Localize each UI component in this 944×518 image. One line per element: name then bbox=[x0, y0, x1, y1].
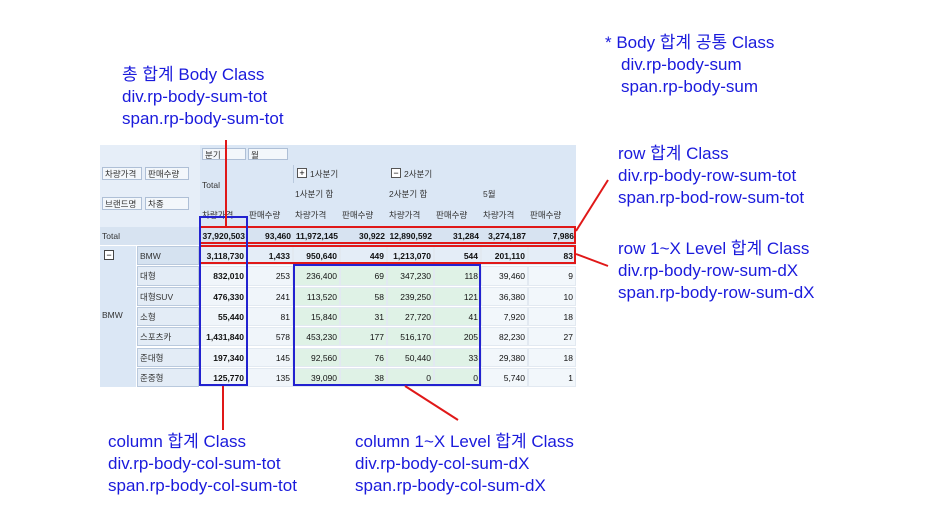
connector-row-sum bbox=[575, 179, 609, 232]
connector-lines bbox=[222, 140, 609, 430]
connector-col-level-sum bbox=[404, 385, 459, 421]
connector-row-level-sum bbox=[575, 253, 609, 267]
